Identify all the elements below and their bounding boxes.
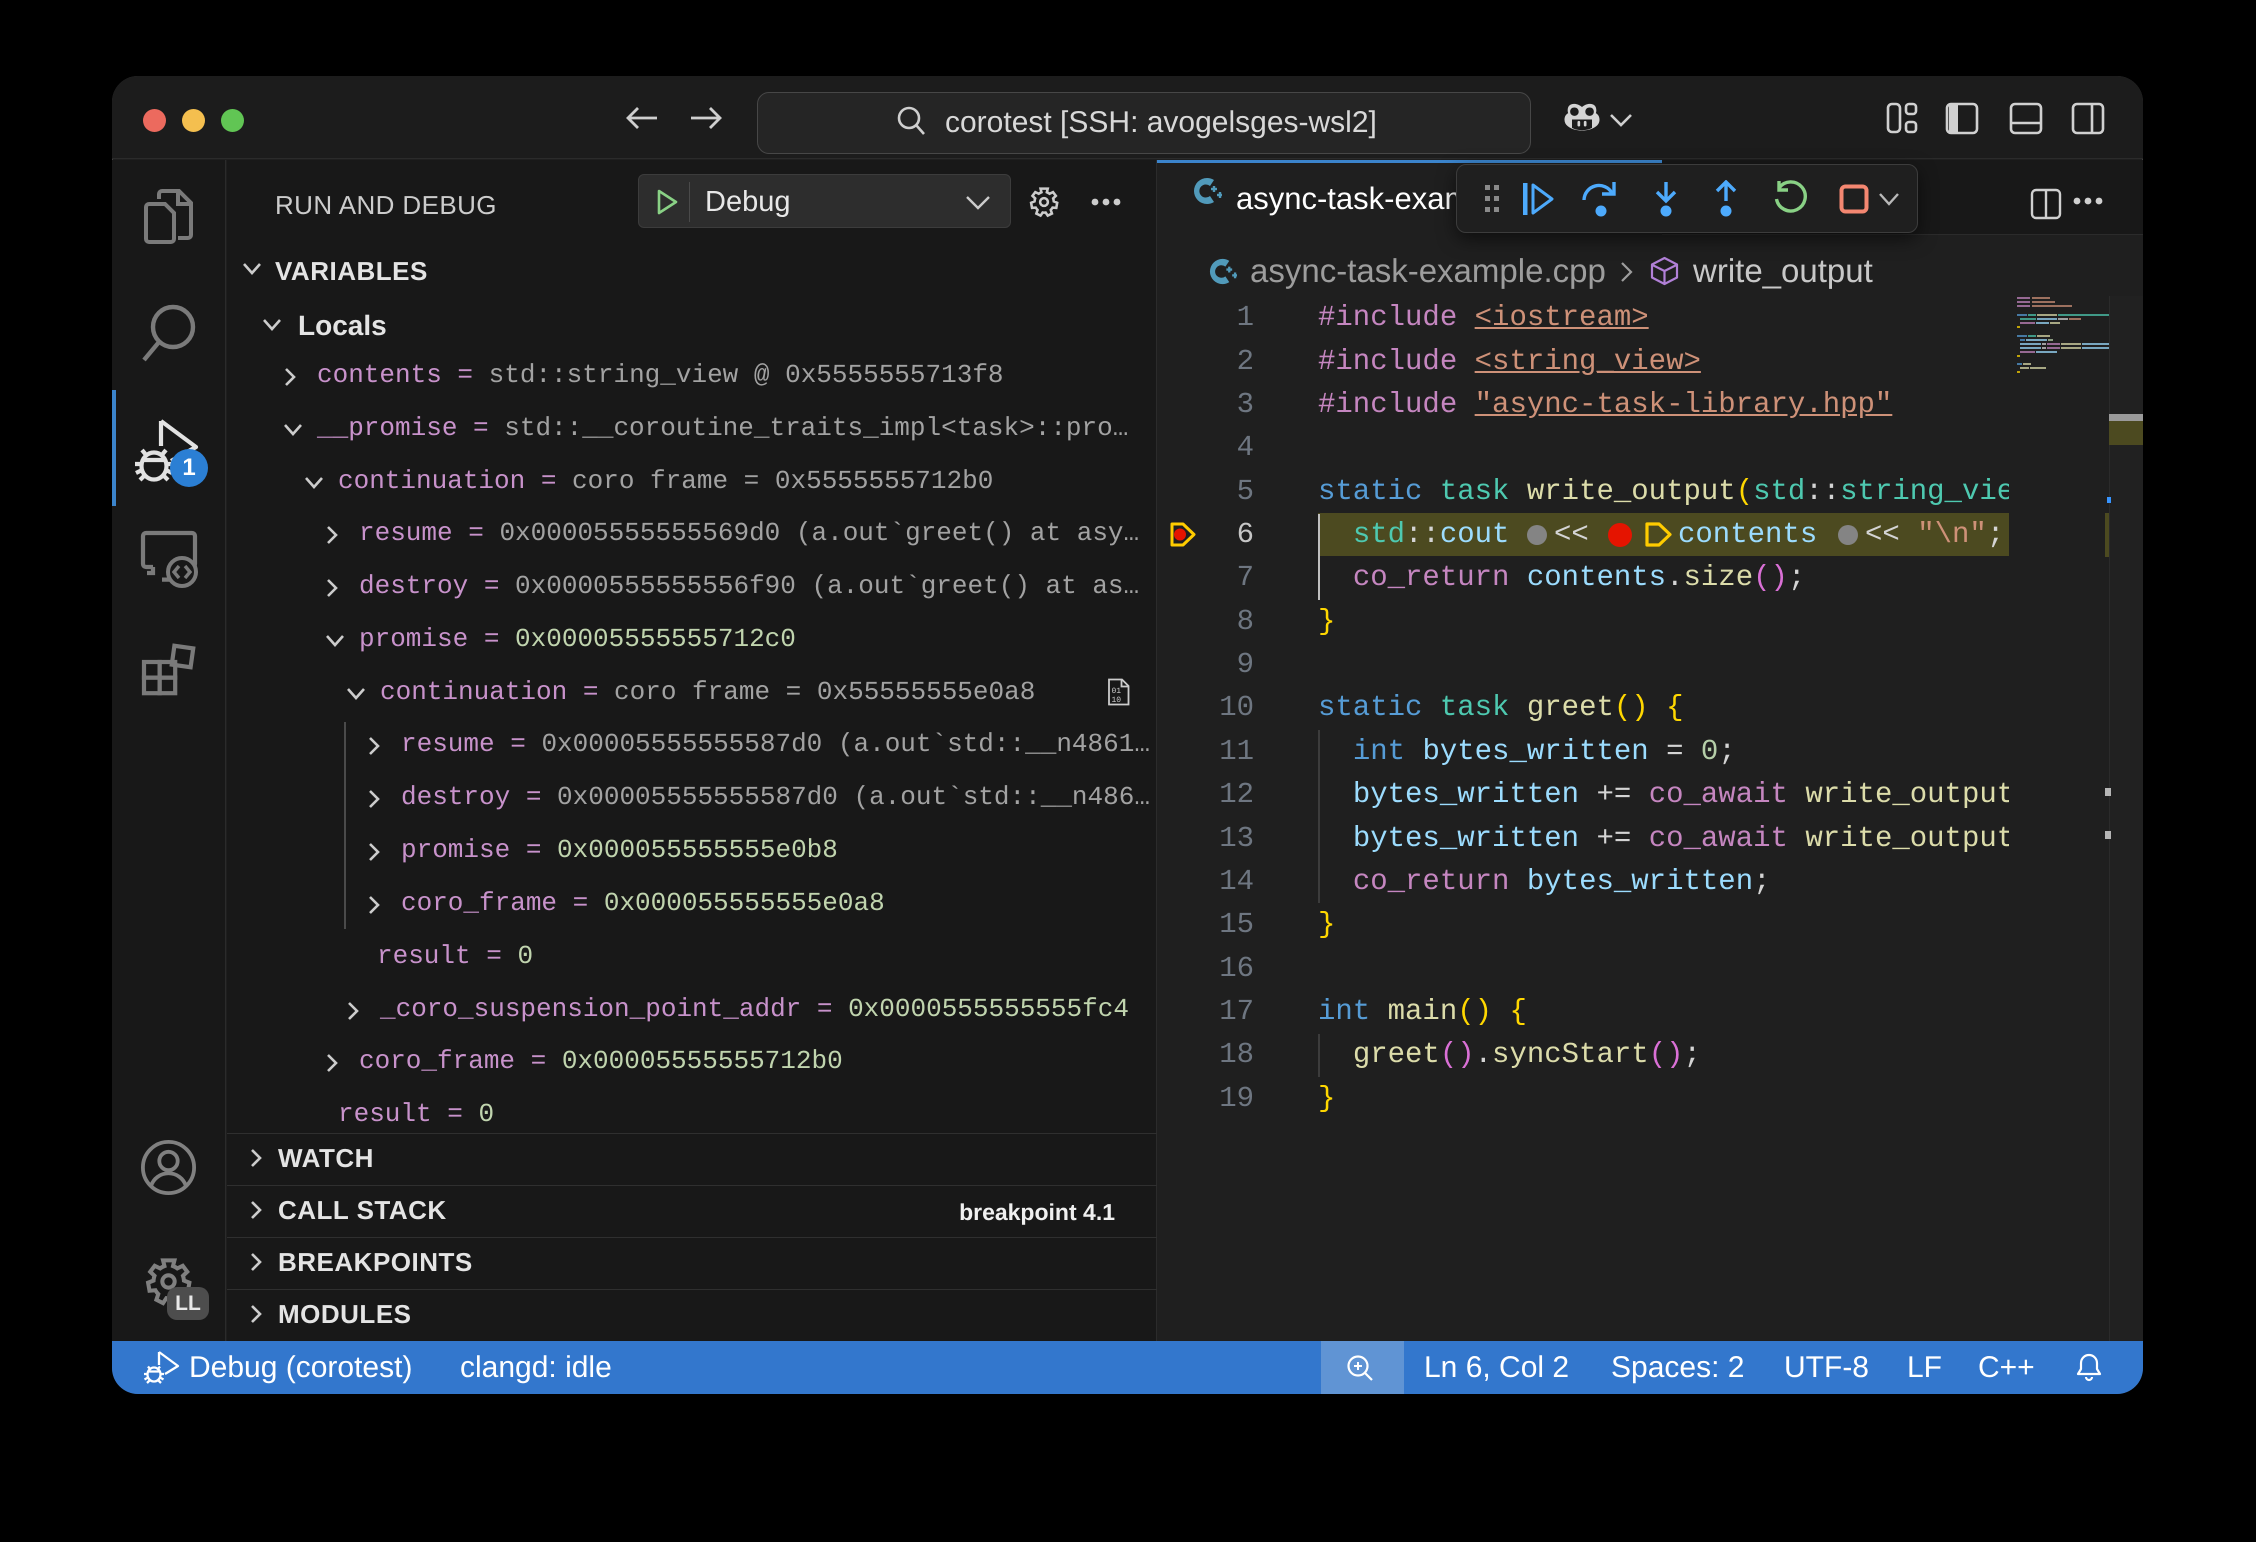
- svg-text:10: 10: [1112, 696, 1122, 705]
- svg-text:01: 01: [1112, 687, 1122, 696]
